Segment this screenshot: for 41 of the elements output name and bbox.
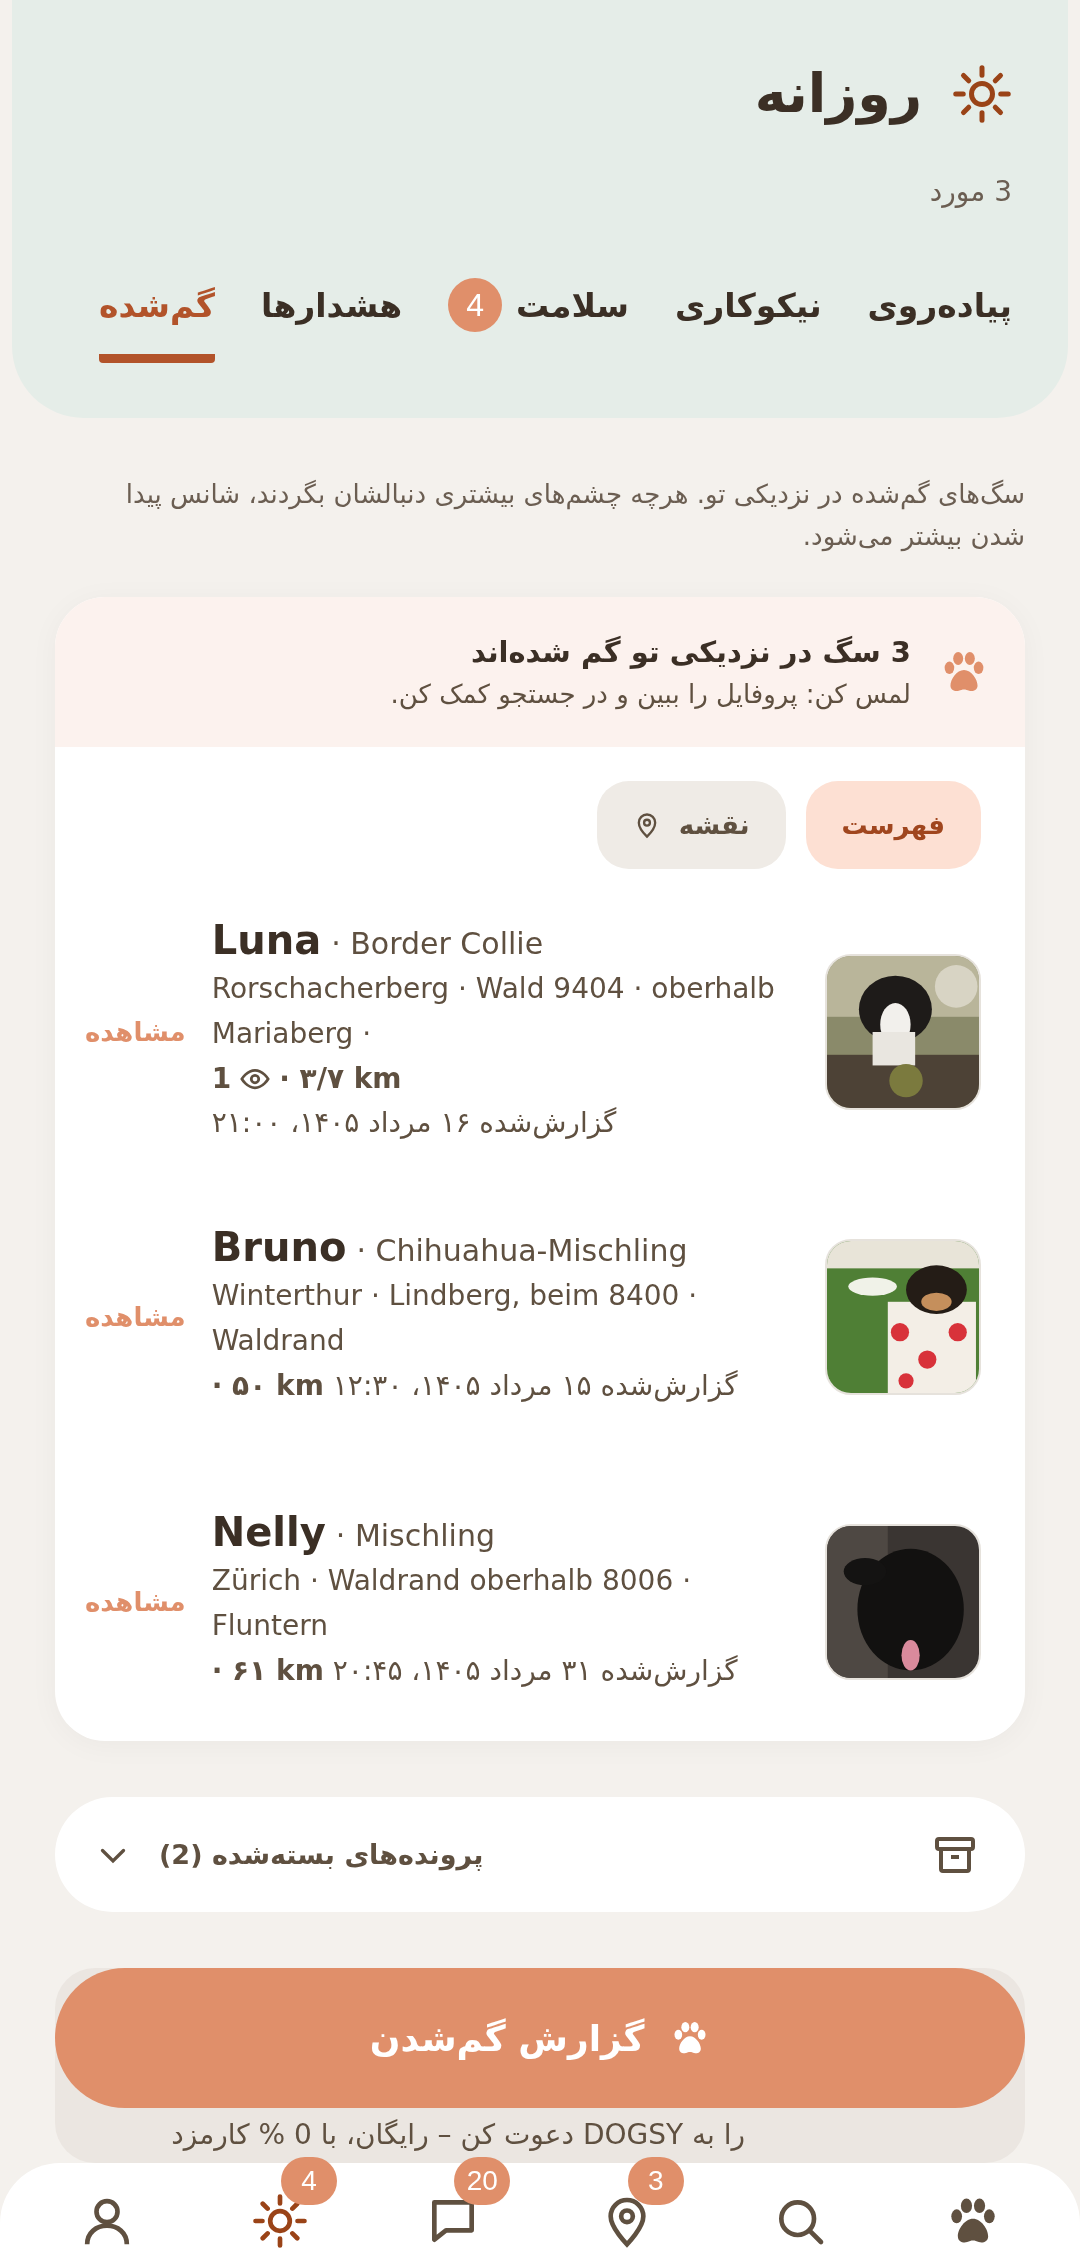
page-title: روزانه [754, 62, 922, 125]
tab-label: پیاده‌روی [867, 285, 1012, 325]
dog-name: Bruno [211, 1224, 347, 1271]
closed-cases-row[interactable]: پرونده‌های بسته‌شده (2) [55, 1797, 1025, 1912]
dog-name: Nelly [211, 1509, 326, 1556]
dog-name: Luna [211, 917, 322, 964]
dog-breed: · Border Collie [331, 926, 544, 962]
tab-label: هشدارها [261, 285, 403, 325]
tab[interactable]: پیاده‌روی [867, 278, 1012, 363]
card-title: 3 سگ در نزدیکی تو گم شده‌اند [469, 635, 911, 670]
dog-location: Rorschacherberg · Wald 9404 · oberhalb Mariaberg · [211, 971, 776, 1052]
count-badge: 4 [281, 2157, 338, 2206]
card-subtitle: لمس کن: پروفایل را ببین و در جستجو کمک کن. [390, 679, 911, 710]
tab-label: نیکوکاری [675, 285, 822, 325]
report-date: گزارش‌شده ۱۵ مرداد ۱۴۰۵، ۱۲:۳۰ [332, 1368, 738, 1405]
sun-icon [952, 63, 1012, 124]
intro-text: سگ‌های گم‌شده در نزدیکی تو. هرچه چشم‌های بیشتری دنبالشان بگردند، شانس پیدا شدن بیشتر می‌شود. [124, 478, 1025, 554]
distance: · ۶۱ km [211, 1653, 324, 1690]
tab-label: سلامت [516, 285, 629, 325]
dog-breed: · Mischling [335, 1518, 495, 1554]
item-count: 3 مورد [928, 175, 1012, 208]
tab[interactable]: هشدارها [261, 278, 403, 363]
count-badge: 20 [454, 2157, 511, 2206]
count-badge: 4 [448, 278, 503, 332]
tab-label: گم‌شده [98, 285, 215, 325]
view-toggle[interactable]: نقشه [596, 781, 786, 870]
distance: · ۳/۷ km [279, 1060, 402, 1097]
distance: · ۵۰ km [211, 1368, 324, 1405]
dog-breed: · Chihuahua-Mischling [356, 1233, 688, 1269]
dog-location: Winterthur · Lindberg, beim 8400 · Waldrand [211, 1278, 699, 1360]
dog-location: Zürich · Waldrand oberhalb 8006 · Fluntern [211, 1563, 693, 1645]
sun-icon [252, 2193, 309, 2250]
view-toggle[interactable]: فهرست [805, 781, 981, 870]
tab[interactable]: گم‌شده [98, 278, 215, 363]
invite-text: را به DOGSY دعوت کن – رایگان، با 0 % کارمزد [170, 2117, 746, 2151]
tab[interactable]: نیکوکاری [675, 278, 822, 363]
view-count: 1 [211, 1060, 232, 1097]
report-date: گزارش‌شده ۱۶ مرداد ۱۴۰۵، ۲۱:۰۰ [211, 1105, 617, 1142]
count-badge: 3 [627, 2157, 684, 2206]
closed-cases-label: پرونده‌های بسته‌شده (2) [159, 1839, 485, 1871]
report-date: گزارش‌شده ۳۱ مرداد ۱۴۰۵، ۲۰:۴۵ [332, 1653, 738, 1690]
